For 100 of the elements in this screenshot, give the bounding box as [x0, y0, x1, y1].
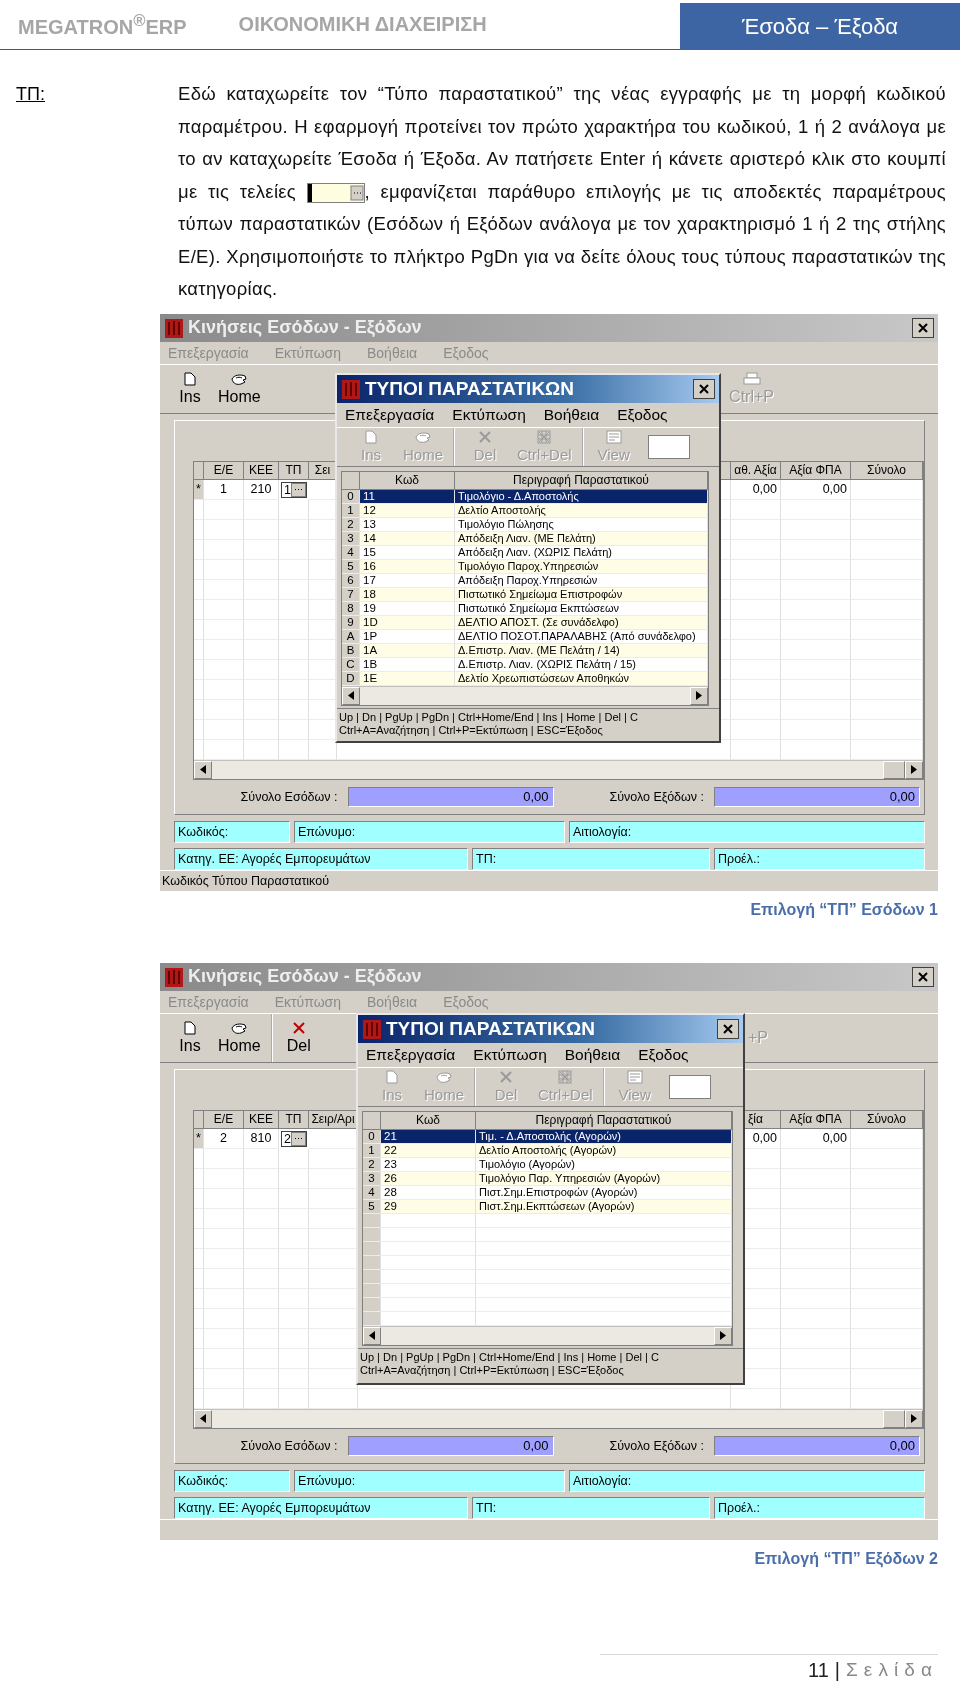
- scroll-left-button[interactable]: [363, 1326, 381, 1345]
- table-cell: Τιμολόγιο Παροχ.Υπηρεσιών: [455, 559, 708, 574]
- info-field: ΤΠ:: [472, 1496, 710, 1519]
- table-cell: 16: [360, 559, 455, 574]
- lookup-button[interactable]: [290, 482, 306, 497]
- table-cell: 1A: [360, 643, 455, 658]
- column-header[interactable]: αθ. Αξία: [731, 461, 781, 480]
- row-marker: *: [194, 1128, 204, 1149]
- grid-cross-icon: [537, 430, 552, 444]
- table-cell: 23: [381, 1157, 476, 1172]
- window-title: ΤΥΠΟΙ ΠΑΡΑΣΤΑΤΙΚΩΝ: [365, 377, 576, 400]
- close-icon: [722, 1022, 734, 1035]
- column-header[interactable]: Σύνολο: [851, 1110, 923, 1129]
- table-cell: 11: [360, 489, 455, 504]
- code-field[interactable]: 2: [281, 1130, 307, 1147]
- table-cell: 28: [381, 1185, 476, 1200]
- toolbar-button[interactable]: Home: [212, 364, 267, 413]
- table-cell: ΔΕΛΤΙΟ ΑΠΟΣΤ. (Σε συνάδελφο): [455, 615, 708, 630]
- separator: |: [834, 1658, 840, 1682]
- body-text: Εδώ καταχωρείτε τον “Τύπο παραστατικού” της νέας εγγραφής με τη μορφή κωδικού παραμέτρου. Η εφαρμογή προτείνει τον πρώτο χαρακτήρα του κωδικού, 1 ή 2 ανάλογα με το αν καταχωρείτε Έσοδα ή Έξοδα. Αν πατήσετε Enter ή κάνετε αριστερό κλικ στο κουμπί με τις τελείες , εμφανίζεται παράθυρο επιλογής με τις αποδεκτές παραμέτρους τύπων παραστατικών (Εσόδων ή Εξόδων ανάλογα με τον χαρακτηρισμό 1 ή 2 της στήλης Ε/Ε). Χρησιμοποιήστε το πλήκτρο PgDn για να δείτε όλους τους τύπους παραστατικών της κατηγορίας.: [178, 82, 946, 301]
- menu-item[interactable]: Βοήθεια: [543, 405, 600, 424]
- close-button[interactable]: [912, 317, 934, 338]
- table-cell: 0,00: [781, 1128, 851, 1149]
- close-button[interactable]: [717, 1018, 739, 1039]
- search-field[interactable]: [668, 1074, 711, 1099]
- column-header[interactable]: Σύνολο: [851, 461, 923, 480]
- right-arrow-icon: [696, 691, 702, 700]
- menu-item[interactable]: Εκτύπωση: [473, 1045, 547, 1064]
- column-header[interactable]: Κωδ: [381, 1111, 476, 1130]
- page-label: Σελίδα: [846, 1659, 938, 1681]
- lookup-field-icon: [306, 182, 365, 203]
- close-button[interactable]: [912, 966, 934, 987]
- scroll-thumb[interactable]: [883, 1409, 905, 1428]
- table-cell: 14: [360, 531, 455, 546]
- window-title: Κινήσεις Εσόδων - Εξόδων: [188, 317, 423, 338]
- info-field: Επώνυμο:: [294, 1469, 565, 1492]
- book-icon: [164, 965, 184, 988]
- toolbar-button[interactable]: Home: [212, 1013, 267, 1062]
- table-cell: Απόδειξη Λιαν. (ΧΩΡΙΣ Πελάτη): [455, 545, 708, 560]
- menu-item[interactable]: Βοήθεια: [564, 1045, 621, 1064]
- info-field: Κατηγ. ΕΕ: Αγορές Εμπορευμάτων: [174, 1496, 468, 1519]
- left-arrow-icon: [348, 691, 354, 700]
- close-icon: [917, 321, 929, 334]
- toolbar-button[interactable]: Ins: [168, 1013, 212, 1062]
- table-cell: 1E: [360, 671, 455, 686]
- search-field[interactable]: [647, 434, 690, 459]
- table-cell: 2: [204, 1128, 244, 1149]
- window-title: Κινήσεις Εσόδων - Εξόδων: [188, 966, 423, 987]
- menu-item[interactable]: Εξοδος: [617, 405, 668, 424]
- close-button[interactable]: [693, 378, 715, 399]
- lookup-button[interactable]: [290, 1131, 306, 1146]
- column-header[interactable]: Σειρ/Αρι: [309, 1110, 358, 1129]
- scroll-right-button[interactable]: [905, 1409, 923, 1428]
- scroll-right-button[interactable]: [714, 1326, 732, 1345]
- table-cell: ΔΕΛΤΙΟ ΠΟΣΟΤ.ΠΑΡΑΛΑΒΗΣ (Από συνάδελφο): [455, 629, 708, 644]
- total-label: Σύνολο Εσόδων :: [240, 789, 338, 804]
- table-cell: 18: [360, 587, 455, 602]
- column-header[interactable]: Περιγραφή Παραστατικού: [455, 471, 708, 490]
- table-cell: 29: [381, 1199, 476, 1214]
- column-header[interactable]: Ε/Ε: [204, 461, 244, 480]
- column-header[interactable]: ΤΠ: [279, 1110, 309, 1129]
- column-header[interactable]: ΚΕΕ: [244, 461, 279, 480]
- scroll-left-button[interactable]: [194, 1409, 212, 1428]
- scroll-thumb[interactable]: [883, 760, 905, 779]
- menu-item[interactable]: Επεξεργασία: [345, 405, 435, 424]
- page-icon: [184, 371, 196, 386]
- column-header[interactable]: ΤΠ: [279, 461, 309, 480]
- scroll-left-button[interactable]: [342, 686, 360, 705]
- table-cell: Δ.Επιστρ. Λιαν. (ΧΩΡΙΣ Πελάτη / 15): [455, 657, 708, 672]
- table-cell: 810: [244, 1128, 279, 1149]
- table-cell: Τιμολόγιο Πώλησης: [455, 517, 708, 532]
- figure-caption: Επιλογή “ΤΠ” Εξόδων 2: [754, 1549, 938, 1567]
- scroll-right-button[interactable]: [690, 686, 708, 705]
- table-cell: Τιμολόγιο (Αγορών): [476, 1157, 732, 1172]
- table-cell: 0,00: [781, 479, 851, 500]
- code-field[interactable]: 1: [281, 481, 307, 498]
- table-cell: 21: [381, 1129, 476, 1144]
- scroll-right-button[interactable]: [905, 760, 923, 779]
- menu-item[interactable]: Εκτύπωση: [452, 405, 526, 424]
- column-header[interactable]: Αξία ΦΠΑ: [781, 461, 851, 480]
- shortcut-hint: Ctrl+A=Αναζήτηση | Ctrl+P=Εκτύπωση | ESC=Έξοδος: [339, 723, 603, 737]
- table-cell: 1: [204, 479, 244, 500]
- shortcut-hint: Ctrl+A=Αναζήτηση | Ctrl+P=Εκτύπωση | ESC=Έξοδος: [360, 1363, 624, 1377]
- column-header[interactable]: Σει: [309, 461, 337, 480]
- menu-item[interactable]: Επεξεργασία: [366, 1045, 456, 1064]
- column-header[interactable]: Ε/Ε: [204, 1110, 244, 1129]
- hand-icon: [435, 1070, 453, 1084]
- table-cell: 12: [360, 503, 455, 518]
- scroll-left-button[interactable]: [194, 760, 212, 779]
- right-arrow-icon: [911, 765, 917, 774]
- toolbar-button[interactable]: Del: [276, 1013, 321, 1062]
- page-number: 11: [808, 1658, 829, 1682]
- hand-icon: [230, 1020, 249, 1035]
- column-header[interactable]: Κωδ: [360, 471, 455, 490]
- column-header[interactable]: ΚΕΕ: [244, 1110, 279, 1129]
- menu-item[interactable]: Εξοδος: [638, 1045, 689, 1064]
- column-header[interactable]: Αξία ΦΠΑ: [781, 1110, 851, 1129]
- toolbar-button[interactable]: Ins: [168, 364, 212, 413]
- info-field: Αιτιολογία:: [569, 1469, 925, 1492]
- column-header[interactable]: Περιγραφή Παραστατικού: [476, 1111, 732, 1130]
